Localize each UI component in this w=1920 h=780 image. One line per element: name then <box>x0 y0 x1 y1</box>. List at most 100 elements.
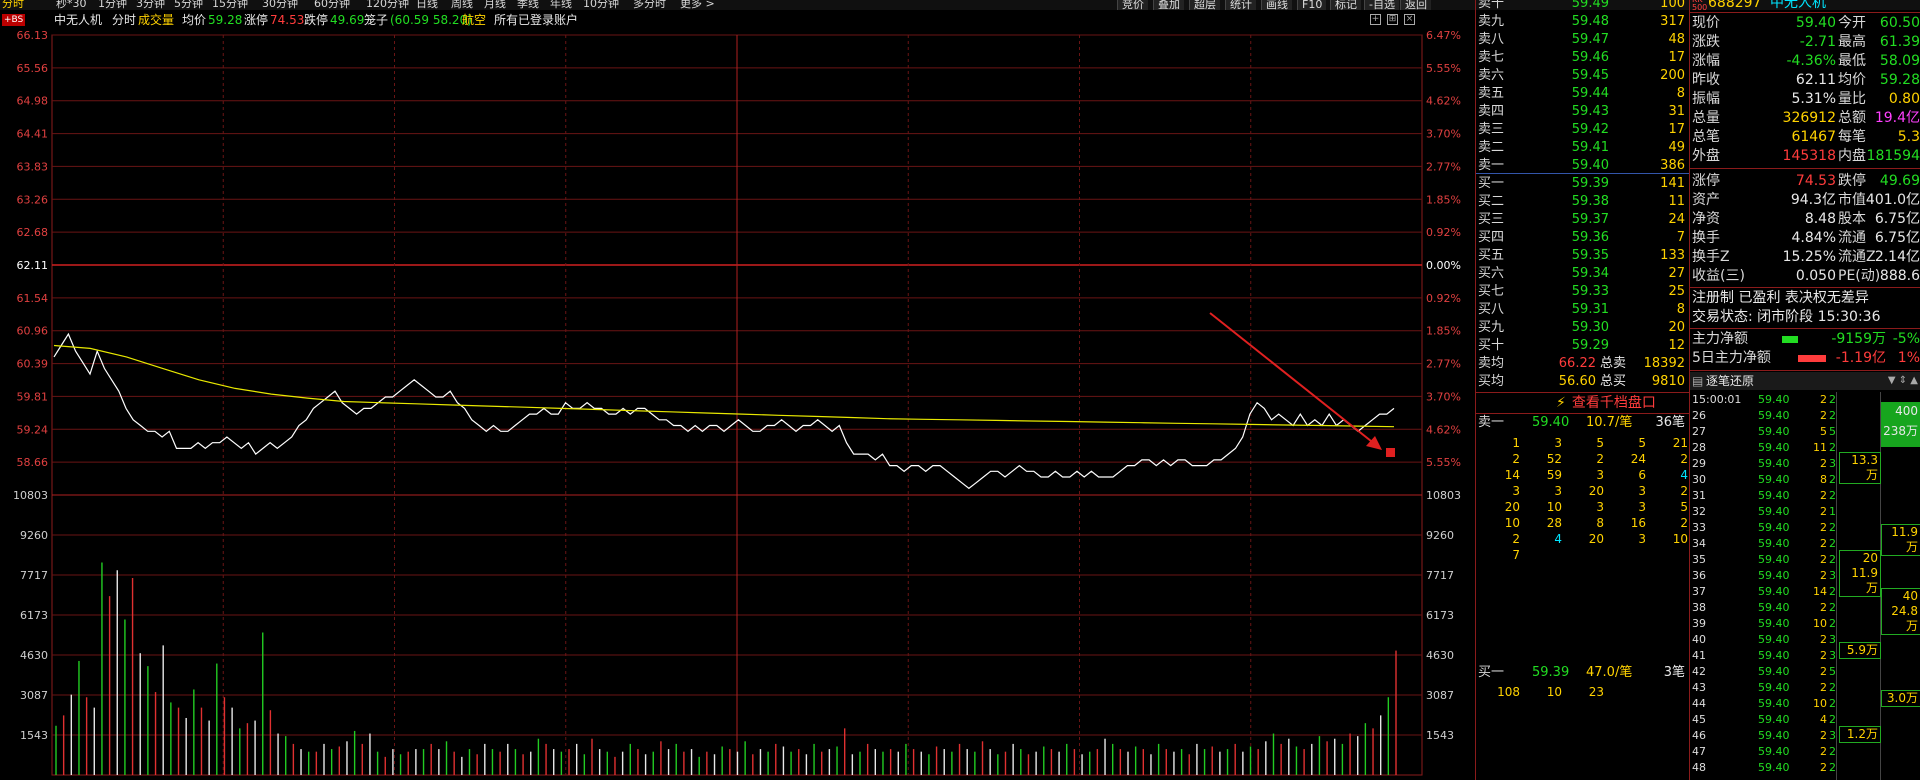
accounts-label[interactable]: 所有已登录账户 <box>494 12 578 28</box>
period-tab[interactable]: 1分钟 <box>98 0 127 10</box>
bid-qty: 20 <box>1668 320 1685 335</box>
bid-price: 59.30 <box>1571 320 1609 335</box>
queue-order-qty: 4 <box>1554 532 1562 546</box>
big-order-amount: 3.0万 <box>1886 691 1918 705</box>
chart-info-bar: +BS 中无人机 分时 成交量 均价 59.28 涨停 74.53 跌停 49.… <box>0 12 1475 28</box>
ticks-nav-icons[interactable]: ▼ ⇕ ▲ <box>1888 372 1918 390</box>
ask-level-row[interactable]: 卖七 59.46 17 <box>1476 49 1689 66</box>
period-tab[interactable]: 分时 <box>2 0 24 10</box>
close-icon[interactable]: × <box>1404 14 1415 25</box>
tick-time: 32 <box>1692 505 1706 518</box>
tick-time: 41 <box>1692 649 1706 662</box>
quote-value: 4.84% <box>1791 230 1836 246</box>
avg-label: 均价 <box>182 13 207 27</box>
tick-qty: 5 <box>1820 425 1827 438</box>
quote-value: 401.0亿 <box>1865 192 1920 208</box>
period-tab[interactable]: 60分钟 <box>314 0 350 10</box>
capital-flow-pct: -5% <box>1892 331 1920 347</box>
intraday-chart[interactable]: 66.13 6.47% 65.56 5.55% 64.98 4.62% 64.41 3.70%… <box>0 28 1475 780</box>
period-tab[interactable]: 季线 <box>517 0 539 10</box>
pct-tick-label: 3.70% <box>1426 128 1461 141</box>
bid-level-row[interactable]: 买十 59.29 12 <box>1476 337 1689 354</box>
ask-level-row[interactable]: 卖四 59.43 31 <box>1476 103 1689 120</box>
toolbar-button[interactable]: 标记 <box>1330 0 1361 10</box>
quote-row: 现价 59.40 今开 60.50 <box>1690 14 1920 33</box>
volume-label[interactable]: 成交量 <box>138 12 174 28</box>
toolbar-button[interactable]: 统计 <box>1225 0 1256 10</box>
volume-tick-label: 3087 <box>1426 689 1454 702</box>
bid-qty: 8 <box>1676 302 1685 317</box>
bid-level-row[interactable]: 买一 59.39 141 <box>1476 175 1689 192</box>
period-tab[interactable]: 月线 <box>484 0 506 10</box>
tick-price: 59.40 <box>1758 457 1790 470</box>
bid-level-row[interactable]: 买五 59.35 133 <box>1476 247 1689 264</box>
toolbar-button[interactable]: 返回 <box>1400 0 1431 10</box>
thousand-level-button[interactable]: ⚡ 查看千档盘口 <box>1556 394 1656 412</box>
big-order-box: 13.3万 <box>1839 452 1881 484</box>
ask-level-row[interactable]: 卖八 59.47 48 <box>1476 31 1689 48</box>
period-tab[interactable]: 秒*30 <box>56 0 87 10</box>
ask-level-row[interactable]: 卖一 59.40 386 <box>1476 157 1689 174</box>
toolbar-button[interactable]: F10 <box>1297 0 1327 10</box>
bid-level-row[interactable]: 买八 59.31 8 <box>1476 301 1689 318</box>
ask-level-row[interactable]: 卖三 59.42 17 <box>1476 121 1689 138</box>
tick-direction: 2 <box>1829 713 1836 726</box>
period-tab[interactable]: 10分钟 <box>583 0 619 10</box>
toolbar-button[interactable]: 画线 <box>1261 0 1292 10</box>
lightning-icon: ⚡ <box>1556 395 1566 411</box>
settings-icon[interactable]: ⊞ <box>1387 14 1398 25</box>
capital-flow-pct: 1% <box>1897 350 1920 366</box>
period-tab[interactable]: 日线 <box>416 0 438 10</box>
period-tab[interactable]: 周线 <box>451 0 473 10</box>
order-book-panel: 卖十 59.49 100 卖九 59.48 317 卖八 59.47 48 卖七 59.46 17 卖六… <box>1475 0 1690 780</box>
quote-divider <box>1690 12 1920 13</box>
ask-level-row[interactable]: 卖二 59.41 49 <box>1476 139 1689 156</box>
bid-level-row[interactable]: 买四 59.36 7 <box>1476 229 1689 246</box>
bid-level-label: 买七 <box>1478 284 1505 299</box>
tick-direction: 2 <box>1829 537 1836 550</box>
queue-order-qty: 2 <box>1680 484 1688 498</box>
tick-qty: 2 <box>1820 521 1827 534</box>
toolbar-button[interactable]: 竞价 <box>1117 0 1148 10</box>
bid-level-row[interactable]: 买三 59.37 24 <box>1476 211 1689 228</box>
ask-level-row[interactable]: 卖六 59.45 200 <box>1476 67 1689 84</box>
ask-level-row[interactable]: 卖五 59.44 8 <box>1476 85 1689 102</box>
period-tab[interactable]: 15分钟 <box>212 0 248 10</box>
toolbar-button[interactable]: -自选 <box>1364 0 1399 10</box>
bid-avg-row: 买均 56.60 总买 9810 <box>1476 373 1689 390</box>
period-tab[interactable]: 5分钟 <box>174 0 203 10</box>
bs-badge[interactable]: +BS <box>2 14 26 26</box>
bid-level-row[interactable]: 买九 59.30 20 <box>1476 319 1689 336</box>
ask-level-row[interactable]: 卖十 59.49 100 <box>1476 0 1689 12</box>
bid-level-row[interactable]: 买二 59.38 11 <box>1476 193 1689 210</box>
bid-price: 59.29 <box>1571 338 1609 353</box>
queue-order-qty: 10 <box>1546 500 1562 514</box>
tick-row: 31 59.40 2 2 <box>1690 488 1836 504</box>
period-tab[interactable]: 多分时 <box>633 0 666 10</box>
bid-level-row[interactable]: 买七 59.33 25 <box>1476 283 1689 300</box>
ticks-menu-icon: ▤ <box>1692 374 1704 388</box>
ask-avg-label: 卖均 <box>1478 356 1505 371</box>
big-order-highlight: 400 238万 <box>1881 402 1920 447</box>
bid-level-row[interactable]: 买六 59.34 27 <box>1476 265 1689 282</box>
period-tab[interactable]: 3分钟 <box>136 0 165 10</box>
route-label[interactable]: 航空 <box>462 12 486 28</box>
quote-row: 净资 8.48 股本 6.75亿 <box>1690 210 1920 229</box>
tick-qty: 2 <box>1820 665 1827 678</box>
stock-name: 中无人机 <box>1770 0 1826 11</box>
toolbar-button[interactable]: 超层 <box>1189 0 1220 10</box>
period-tab[interactable]: 120分钟 <box>366 0 409 10</box>
plus-icon[interactable]: + <box>1370 14 1381 25</box>
ticks-header[interactable]: ▤ 逐笔还原 ▼ ⇕ ▲ <box>1690 372 1920 390</box>
queue-order-qty: 5 <box>1596 436 1604 450</box>
ask-level-label: 卖四 <box>1478 104 1505 119</box>
ask1-summary-price: 59.40 <box>1532 415 1570 430</box>
period-tab[interactable]: 更多 > <box>680 0 715 10</box>
ask-level-row[interactable]: 卖九 59.48 317 <box>1476 13 1689 30</box>
quote-key: 换手 <box>1692 230 1720 246</box>
period-tab[interactable]: 30分钟 <box>262 0 298 10</box>
tick-direction: 1 <box>1829 505 1836 518</box>
period-tab[interactable]: 年线 <box>550 0 572 10</box>
ask-avg-row: 卖均 66.22 总卖 18392 <box>1476 355 1689 372</box>
toolbar-button[interactable]: 叠加 <box>1153 0 1184 10</box>
